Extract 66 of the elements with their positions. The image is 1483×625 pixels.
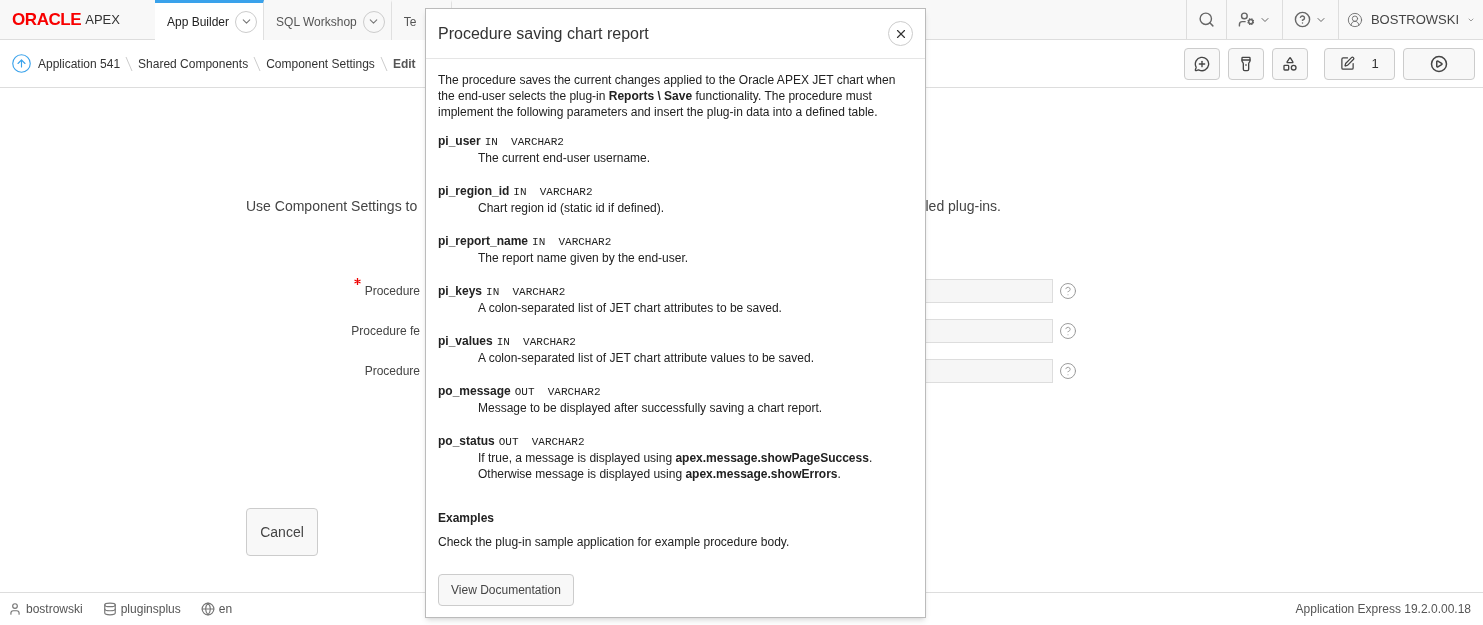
parameter-type: IN VARCHAR2 (532, 235, 612, 250)
globe-icon (200, 602, 215, 616)
help-icon[interactable] (1059, 322, 1077, 340)
parameter-description: The current end-user username. (477, 150, 652, 166)
parameter-name: po_message (438, 383, 511, 399)
parameter-name: pi_keys (438, 283, 483, 299)
parameter-name: pi_values (438, 333, 493, 349)
parameter-type: IN VARCHAR2 (513, 185, 593, 200)
breadcrumb-link[interactable]: Component Settings (266, 54, 375, 73)
user-icon (8, 602, 22, 616)
play-icon (1430, 54, 1448, 73)
user-gear-icon (1238, 11, 1255, 28)
examples-text: Check the plug-in sample application for example procedure body. (438, 534, 791, 550)
parameter-description: Chart region id (static id if defined). (477, 200, 666, 216)
breadcrumb-link[interactable]: Application 541 (38, 54, 121, 73)
flashlight-icon (1238, 55, 1254, 72)
examples-heading: Examples (438, 510, 496, 526)
version-text: Application Express 19.2.0.00.18 (1295, 601, 1471, 618)
comment-plus-icon (1194, 55, 1210, 72)
help-icon[interactable] (1059, 362, 1077, 380)
footer-language[interactable]: en (218, 600, 233, 618)
flashlight-button[interactable] (1228, 47, 1264, 80)
shapes-button[interactable] (1272, 47, 1308, 80)
parameter-type: IN VARCHAR2 (496, 335, 576, 350)
intro-text: Use Component Settings to (246, 197, 418, 216)
field-label: Procedure (364, 283, 420, 300)
comment-plus-button[interactable] (1184, 47, 1220, 80)
nav-tab[interactable]: SQL Workshop (264, 0, 392, 40)
breadcrumb-separator-icon (379, 55, 388, 72)
edit-page-button[interactable]: 1 (1324, 47, 1395, 80)
apex-logo[interactable]: APEX (85, 9, 120, 30)
parameter-description: Message to be displayed after successfully saving a chart report. (477, 400, 824, 416)
field-label: Procedure fe (351, 323, 420, 340)
parameter-type: OUT VARCHAR2 (498, 435, 585, 450)
parameter-name: pi_report_name (438, 233, 529, 249)
cancel-button[interactable]: Cancel (246, 508, 318, 556)
parameter-description: The report name given by the end-user. (477, 250, 690, 266)
shapes-icon (1282, 55, 1298, 72)
run-page-button[interactable] (1403, 47, 1475, 80)
parameter-description: A colon-separated list of JET chart attributes to be saved. (477, 300, 783, 316)
view-documentation-button[interactable]: View Documentation (438, 574, 574, 606)
breadcrumb-link[interactable]: Shared Components (138, 54, 249, 73)
nav-tab[interactable]: App Builder (155, 0, 265, 40)
pencil-icon (1340, 56, 1356, 71)
footer-workspace[interactable]: pluginsplus (120, 600, 181, 618)
oracle-logo[interactable]: ORACLE (12, 6, 82, 33)
parameter-type: IN VARCHAR2 (486, 285, 566, 300)
parameter-name: pi_user (438, 133, 481, 149)
database-icon (102, 602, 117, 616)
dialog-description: The procedure saves the current changes applied to the Oracle APEX JET chart when the end-user selects the plug-in Reports \ Save functionality. The procedure must implement the following parameters and insert the plug-in data into a defined table. (438, 72, 897, 120)
help-icon (1294, 11, 1311, 28)
intro-text: led plug-ins. (925, 197, 1001, 216)
search-icon (1198, 11, 1215, 28)
parameter-type: IN VARCHAR2 (484, 135, 564, 150)
footer-user[interactable]: bostrowski (26, 600, 83, 618)
parameter-description: A colon-separated list of JET chart attribute values to be saved. (477, 350, 815, 366)
field-label: Procedure (364, 363, 420, 380)
parameter-name: pi_region_id (438, 183, 510, 199)
parameter-name: po_status (438, 433, 495, 449)
breadcrumb-separator-icon (253, 55, 262, 72)
parameter-description: If true, a message is displayed using apex.message.showPageSuccess. Otherwise message is displayed using apex.message.showErrors. (477, 450, 874, 482)
help-icon[interactable] (1059, 282, 1077, 300)
breadcrumb-separator-icon (125, 55, 134, 72)
parameter-type: OUT VARCHAR2 (514, 385, 601, 400)
user-menu-button[interactable]: BOSTROWSKI (1338, 0, 1483, 39)
breadcrumb-current: Edit (392, 55, 416, 73)
